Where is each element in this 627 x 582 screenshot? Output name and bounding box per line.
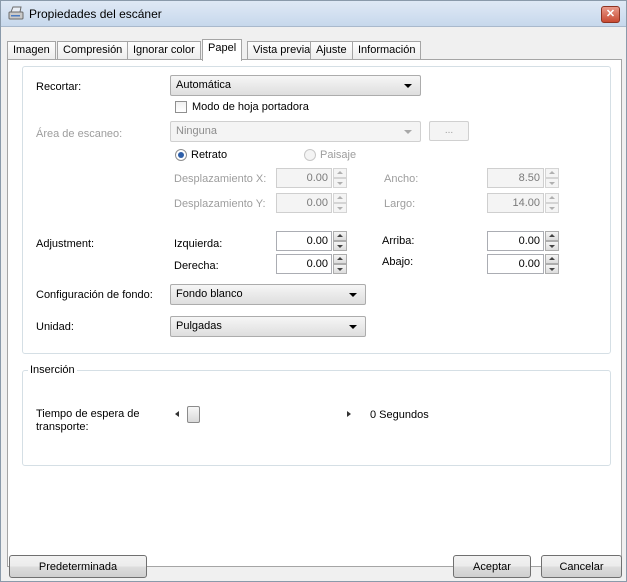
bottom-value[interactable]: 0.00 <box>487 254 544 274</box>
recortar-label: Recortar: <box>36 81 82 93</box>
length-value[interactable]: 14.00 <box>487 193 544 213</box>
timeout-label-line2: transporte: <box>36 421 89 433</box>
close-button[interactable]: ✕ <box>601 6 620 23</box>
tab-imagen[interactable]: Imagen <box>7 41 56 60</box>
background-dropdown[interactable]: Fondo blanco <box>170 284 366 305</box>
unit-value: Pulgadas <box>176 320 222 332</box>
unit-label: Unidad: <box>36 321 74 333</box>
background-label: Configuración de fondo: <box>36 289 153 301</box>
landscape-label: Paisaje <box>320 149 357 161</box>
spin-down-icon[interactable] <box>545 203 559 213</box>
spin-up-icon[interactable] <box>333 231 347 241</box>
bottom-label: Abajo: <box>382 256 414 268</box>
scanner-icon <box>8 6 24 20</box>
portrait-radio[interactable] <box>175 149 187 161</box>
scan-area-label: Área de escaneo: <box>36 128 123 140</box>
paper-settings-group: Recortar: Automática Modo de hoja portad… <box>22 66 611 354</box>
top-label: Arriba: <box>382 235 415 247</box>
offset-x-value[interactable]: 0.00 <box>276 168 332 188</box>
tab-ajuste[interactable]: Ajuste <box>310 41 353 60</box>
portrait-label: Retrato <box>191 149 228 161</box>
scan-area-browse-button[interactable]: ... <box>429 121 469 141</box>
spin-up-icon[interactable] <box>333 168 347 178</box>
tab-compresion[interactable]: Compresión <box>57 41 129 60</box>
spin-down-icon[interactable] <box>545 264 559 274</box>
chevron-down-icon <box>404 84 412 88</box>
carrier-sheet-label: Modo de hoja portadora <box>192 101 309 113</box>
spin-up-icon[interactable] <box>333 193 347 203</box>
unit-dropdown[interactable]: Pulgadas <box>170 316 366 337</box>
offset-y-value[interactable]: 0.00 <box>276 193 332 213</box>
chevron-down-icon <box>349 293 357 297</box>
spin-down-icon[interactable] <box>333 241 347 251</box>
left-value[interactable]: 0.00 <box>276 231 332 251</box>
slider-left-arrow-icon[interactable] <box>175 411 179 417</box>
paper-tab-panel: Recortar: Automática Modo de hoja portad… <box>7 59 622 567</box>
tab-papel[interactable]: Papel <box>202 39 243 61</box>
chevron-down-icon <box>404 130 412 134</box>
spin-up-icon[interactable] <box>545 231 559 241</box>
spin-down-icon[interactable] <box>333 264 347 274</box>
spin-down-icon[interactable] <box>545 178 559 188</box>
tab-vista-previa[interactable]: Vista previa <box>247 41 317 60</box>
close-icon: ✕ <box>605 8 616 20</box>
right-label: Derecha: <box>174 260 219 272</box>
adjustment-label: Adjustment: <box>36 238 95 250</box>
spin-up-icon[interactable] <box>333 254 347 264</box>
background-value: Fondo blanco <box>176 288 243 300</box>
carrier-sheet-checkbox[interactable] <box>175 101 187 113</box>
insertion-group-label: Inserción <box>28 364 77 376</box>
left-label: Izquierda: <box>174 238 223 250</box>
slider-right-arrow-icon[interactable] <box>347 411 351 417</box>
scan-area-dropdown[interactable]: Ninguna <box>170 121 421 142</box>
tab-ignorar-color[interactable]: Ignorar color <box>127 41 201 60</box>
spin-up-icon[interactable] <box>545 193 559 203</box>
ok-button[interactable]: Aceptar <box>453 555 531 578</box>
scan-area-value: Ninguna <box>176 125 217 137</box>
offset-x-label: Desplazamiento X: <box>174 173 267 185</box>
spin-up-icon[interactable] <box>545 254 559 264</box>
title-bar: Propiedades del escáner ✕ <box>1 1 626 27</box>
top-value[interactable]: 0.00 <box>487 231 544 251</box>
recortar-value: Automática <box>176 79 232 91</box>
spin-up-icon[interactable] <box>545 168 559 178</box>
timeout-value: 0 Segundos <box>370 409 429 421</box>
spin-down-icon[interactable] <box>333 178 347 188</box>
scanner-properties-dialog: Propiedades del escáner ✕ Imagen Compres… <box>0 0 627 582</box>
slider-thumb[interactable] <box>187 406 200 423</box>
default-button[interactable]: Predeterminada <box>9 555 147 578</box>
insertion-group: Inserción Tiempo de espera de transporte… <box>22 364 611 466</box>
chevron-down-icon <box>349 325 357 329</box>
width-label: Ancho: <box>384 173 419 185</box>
width-value[interactable]: 8.50 <box>487 168 544 188</box>
length-label: Largo: <box>384 198 416 210</box>
window-title: Propiedades del escáner <box>29 7 162 21</box>
recortar-dropdown[interactable]: Automática <box>170 75 421 96</box>
landscape-radio[interactable] <box>304 149 316 161</box>
timeout-slider[interactable] <box>165 405 355 424</box>
right-value[interactable]: 0.00 <box>276 254 332 274</box>
spin-down-icon[interactable] <box>333 203 347 213</box>
timeout-label-line1: Tiempo de espera de <box>36 408 140 420</box>
tab-informacion[interactable]: Información <box>352 41 422 60</box>
cancel-button[interactable]: Cancelar <box>541 555 622 578</box>
spin-down-icon[interactable] <box>545 241 559 251</box>
offset-y-label: Desplazamiento Y: <box>174 198 266 210</box>
